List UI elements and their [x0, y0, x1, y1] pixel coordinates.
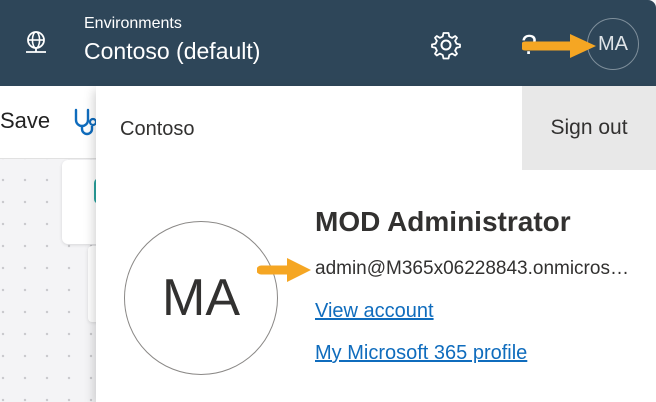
arrow-icon	[257, 258, 311, 282]
sign-out-button[interactable]: Sign out	[522, 86, 656, 170]
account-manager-panel: Contoso Sign out MA MOD Administrator ad…	[96, 86, 656, 402]
organization-name: Contoso	[120, 118, 195, 140]
save-button[interactable]: Save	[0, 108, 50, 134]
user-email: admin@M365x06228843.onmicrosoft.com	[315, 258, 637, 279]
microsoft-365-profile-link[interactable]: My Microsoft 365 profile	[315, 342, 527, 365]
environment-picker[interactable]: Environments Contoso (default)	[84, 14, 260, 68]
stethoscope-icon[interactable]	[72, 108, 98, 136]
gear-icon[interactable]	[426, 28, 466, 62]
environment-name: Contoso (default)	[84, 38, 261, 64]
arrow-icon	[522, 34, 596, 58]
view-account-link[interactable]: View account	[315, 300, 434, 323]
user-display-name: MOD Administrator	[315, 206, 571, 237]
app-command-bar: Save	[0, 86, 110, 159]
globe-icon[interactable]	[18, 20, 54, 64]
environment-label: Environments	[84, 15, 182, 32]
avatar: MA	[124, 221, 278, 375]
